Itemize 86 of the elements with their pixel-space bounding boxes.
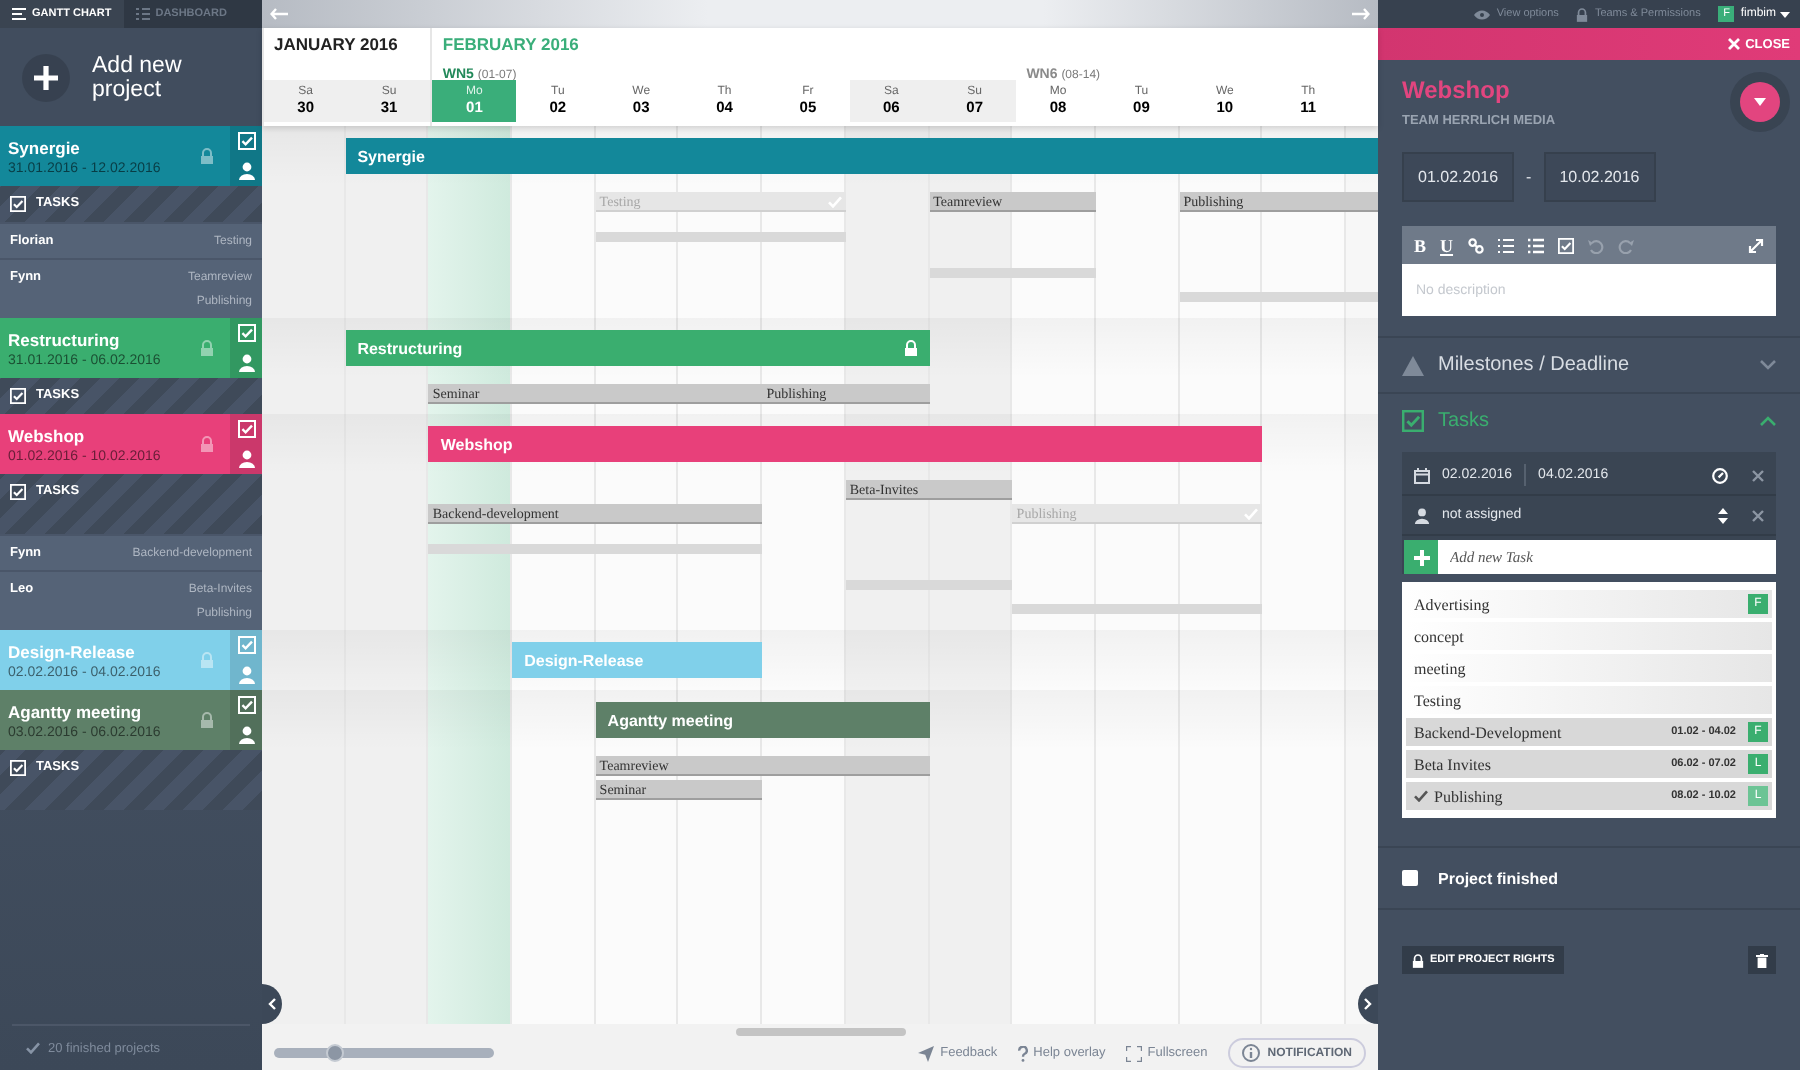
project-title: Webshop [1402,76,1512,104]
person-icon [1414,507,1430,523]
add-project-button[interactable]: Add new project [0,28,262,126]
checkbox-icon [1402,410,1424,432]
project-bar[interactable]: Webshop [428,426,1263,462]
question-icon [1017,1045,1028,1061]
zoom-slider-track[interactable] [274,1048,494,1058]
sort-icon[interactable] [1718,507,1728,523]
plus-icon [20,51,72,103]
calendar-icon [1414,467,1430,483]
chevron-right-icon [1364,998,1372,1010]
expand-icon[interactable] [1748,237,1764,253]
person-icon[interactable] [237,162,255,180]
info-icon [1241,1044,1260,1062]
project-finished-checkbox[interactable] [1402,870,1418,886]
project-bar[interactable]: Agantty meeting [595,702,930,738]
project-name: Agantty meeting [8,701,144,721]
date-separator: - [1526,168,1532,186]
color-picker-button[interactable] [1740,82,1780,122]
collapse-right-button[interactable] [1358,984,1378,1024]
checkbox-icon[interactable] [237,696,255,714]
lock-icon[interactable] [200,148,214,164]
menu-icon [12,8,26,20]
zoom-slider-thumb[interactable] [325,1044,344,1062]
trash-icon [1756,953,1768,967]
caret-down-icon [1780,11,1790,17]
arrow-left-icon[interactable] [270,8,288,20]
chevron-up-icon [1760,416,1776,426]
close-icon[interactable] [1752,509,1764,521]
horizontal-scrollbar[interactable] [735,1028,905,1036]
lock-icon [1412,953,1424,967]
checkbox-icon [10,760,26,776]
checkbox-icon[interactable] [1557,237,1574,253]
eye-icon [1474,9,1491,19]
list-icon [135,8,150,20]
close-icon[interactable] [1752,469,1764,481]
send-icon [918,1045,935,1061]
checkbox-icon [10,388,26,404]
person-icon[interactable] [237,666,255,684]
format-button[interactable]: B [1414,235,1427,255]
lock-icon[interactable] [200,340,214,356]
check-icon [827,195,842,207]
checkbox-icon [10,484,26,500]
person-icon[interactable] [237,354,255,372]
link-icon[interactable] [1467,237,1484,253]
person-icon[interactable] [237,726,255,744]
start-date-field[interactable]: 01.02.2016 [1402,152,1515,202]
month-label: JANUARY 2016 [272,32,400,58]
project-name: Synergie [8,137,82,157]
checkbox-icon[interactable] [237,420,255,438]
chevron-down-icon [1760,360,1776,370]
project-bar[interactable]: Synergie [345,138,1378,174]
milestones-section[interactable]: Milestones / Deadline [1378,336,1800,392]
check-icon [1244,507,1259,519]
delete-button[interactable] [1748,946,1776,974]
add-task-button[interactable] [1404,540,1438,574]
project-name: Restructuring [8,329,122,349]
lock-icon[interactable] [200,436,214,452]
project-finished-label: Project finished [1438,869,1559,887]
plus-icon [1413,549,1429,565]
undo-icon[interactable] [1587,237,1604,253]
checkbox-icon [10,196,26,212]
project-name: Webshop [8,425,87,445]
fullscreen-icon [1125,1045,1142,1061]
lock-icon [1576,7,1589,21]
checkbox-icon[interactable] [237,636,255,654]
lock-icon [903,340,918,356]
numbered-list-icon[interactable] [1497,237,1514,253]
warning-icon [1402,355,1424,375]
format-button[interactable]: U [1440,235,1454,255]
month-label: FEBRUARY 2016 [440,32,581,58]
chevron-left-icon [268,998,276,1010]
end-date-field[interactable]: 10.02.2016 [1543,152,1656,202]
lock-icon[interactable] [200,712,214,728]
person-icon[interactable] [237,450,255,468]
close-icon [1727,38,1740,50]
arrow-right-icon[interactable] [1352,8,1370,20]
project-name: Design-Release [8,641,137,661]
bullet-list-icon[interactable] [1527,237,1544,253]
checkbox-icon[interactable] [237,324,255,342]
compass-icon[interactable] [1712,467,1728,483]
checkbox-icon[interactable] [237,132,255,150]
check-icon [1414,790,1428,802]
check-icon [26,1042,40,1054]
redo-icon[interactable] [1617,237,1634,253]
caret-down-icon [1754,98,1766,106]
